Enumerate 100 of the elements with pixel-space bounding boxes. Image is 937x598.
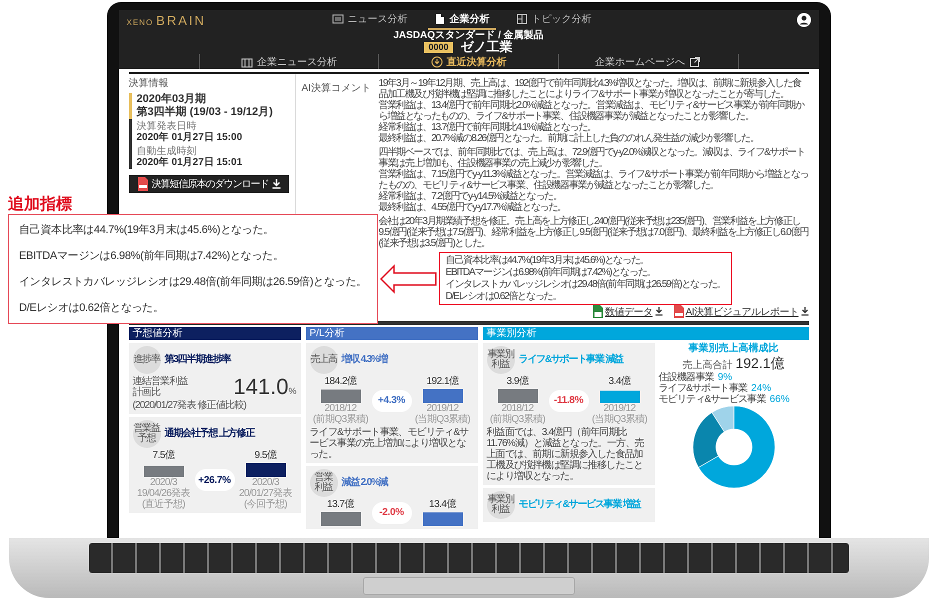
panel-header: 事業別分析 [482, 327, 808, 340]
legend-label: 住設機器事業 [658, 372, 714, 383]
value-label: 7.5億 [152, 450, 174, 461]
newspaper-icon [332, 13, 344, 25]
sector-label: / 金属製品 [498, 30, 544, 41]
value-label: 3.4億 [608, 376, 630, 387]
change-indicator: -11.8% [548, 390, 588, 412]
card-title: 第3四半期進捗率 [164, 354, 230, 366]
market-label: JASDAQスタンダード [393, 30, 496, 41]
callout-arrow [380, 264, 436, 294]
change-indicator: +26.7% [194, 469, 234, 491]
percent-label: 24% [751, 383, 772, 394]
download-link[interactable]: 数値データ [592, 304, 663, 318]
bar [600, 390, 640, 403]
sub-nav-tab[interactable]: 直近決算分析 [378, 54, 558, 69]
pdf-icon [672, 305, 684, 318]
callout-text: EBITDAマージンは6.98%(前年同期は7.42%)となった。 [19, 249, 285, 263]
download-icon [800, 307, 808, 316]
legend-label: ライフ&サポート事業 [658, 383, 748, 394]
comment-text: 最終利益は、4.55億円でy-y17.7%減益となった。 [378, 202, 568, 213]
nav-tab[interactable]: トピック分析 [510, 10, 598, 30]
card-text: ライフ&サポート事業、モビリティ&サービス事業の売上増加により増収となった。 [310, 427, 470, 460]
card-text: 利益面では、3.4億円（前年同期比11.76%減）と減益となった。一方、売上面では、前期に新規参入した食品加工機及び撹拌機は堅調に推移したことにより増収となった。 [486, 427, 645, 482]
info-label: 自動生成時刻 [136, 146, 198, 157]
category-tag: 営業利益 [310, 469, 338, 497]
download-button[interactable]: 決算短信原本のダウンロード [128, 175, 288, 193]
logo: XENO BRAIN [126, 12, 207, 28]
comment-text: 経常利益は、13.7億円で前年同期比4.1%減益となった。 [378, 122, 597, 133]
value-label: 13.4億 [429, 499, 456, 510]
note-text: 連結営業利益 [132, 376, 188, 387]
category-tag: 事業別利益 [486, 491, 514, 519]
bar [422, 512, 462, 526]
download-icon [272, 179, 280, 189]
category-tag: 営業益予想 [132, 420, 160, 448]
callout-text: 自己資本比率は44.7%(19年3月末は45.6%)となった。 [19, 223, 275, 237]
fiscal-period: 2020年03月期 [136, 93, 208, 106]
info-label: 決算発表日時 [136, 121, 198, 132]
bar [144, 466, 184, 477]
bar [498, 389, 538, 403]
card-title: 減益 2.0%減 [342, 477, 388, 489]
comment-text: 四半期ベースでは、前年同期比では、売上高は、72.9億円でy-y2.0%減収となった。減収は、ライフ&サポート事業は売上増加も、住設機器事業の売上減少が影響した。 [378, 147, 806, 169]
comment-text: 19年3月～19年12月期、売上高は、192億円で前年同期比4.3%増収となった。増収は、前期に新規参入した食品加工機及び撹拌機は堅調に推移したことによりライフ&サポート事業が増収となったことが寄与した。 [378, 78, 802, 100]
comment-text: D/Eレシオは0.62倍となった。 [446, 291, 562, 302]
callout-title: 追加指標 [8, 196, 72, 214]
download-icon [654, 307, 663, 316]
pdf-icon [136, 177, 148, 191]
value-label: 3.9億 [506, 376, 528, 387]
info-value: 2020年 01月27日 15:01 [136, 157, 244, 169]
company-name: ゼノ工業 [460, 41, 513, 54]
card-title: モビリティ&サービス事業 増益 [518, 499, 641, 511]
percent-label: 66% [770, 394, 790, 405]
category-tag: 進捗率 [132, 346, 160, 374]
bar [246, 463, 286, 477]
axis-label: 2020/3 20/01/27発表 (今回予想) [239, 477, 292, 510]
value-label: 184.2億 [324, 376, 357, 387]
section-label: 決算情報 [128, 78, 170, 90]
panel-header: P/L分析 [306, 327, 478, 340]
spreadsheet-icon [592, 305, 604, 318]
sub-nav-tab[interactable]: 企業ホームページへ [558, 54, 739, 69]
note-text: (2020/01/27発表 修正値比較) [132, 400, 248, 411]
unit-label: % [288, 386, 296, 396]
percent-label: 9% [718, 372, 732, 383]
section-label: AI決算コメント [302, 83, 371, 94]
comment-text: 自己資本比率は44.7%(19年3月末は45.6%)となった。 [446, 255, 650, 266]
axis-label: 2020/3 19/04/26発表 (直近予想) [137, 477, 190, 510]
quarter-label: 第3四半期 (19/03 - 19/12月) [136, 106, 274, 119]
callout-text: D/Eレシオは0.62倍となった。 [19, 301, 165, 315]
axis-label: 2018/12 (前期Q3累積) [312, 403, 368, 425]
comment-text: インタレストカバレッジレシオは29.48倍(前年同期は26.59倍)となった。 [446, 279, 726, 290]
change-indicator: -2.0% [372, 502, 412, 524]
sub-nav-tab[interactable]: 企業ニュース分析 [198, 54, 378, 69]
user-icon[interactable] [796, 13, 810, 27]
callout-text: インタレストカバレッジレシオは29.48倍(前年同期は26.59倍)となった。 [19, 275, 367, 289]
bar [320, 512, 360, 526]
value-label: 9.5億 [254, 450, 276, 461]
total-label: 売上高合計 [682, 358, 732, 372]
category-tag: 事業別利益 [486, 346, 514, 374]
download-link[interactable]: AI決算ビジュアルレポート [672, 304, 808, 318]
card-title: 通期会社予想 上方修正 [164, 428, 254, 440]
comment-text: 最終利益は、20.7%減の8.26億円となった。前期に計上した負ののれん発生益の減少が影響した。 [378, 133, 760, 144]
note-text: 計画比 [132, 387, 162, 398]
card-title: ライフ&サポート事業 減益 [518, 354, 623, 366]
progress-value: 141.0 [233, 376, 288, 398]
comment-text: EBITDAマージンは6.98%(前年同期は7.42%)となった。 [446, 267, 656, 278]
stock-code: 0000 [424, 42, 453, 53]
grid-icon [516, 13, 528, 25]
comment-text: 会社は20年3月期業績予想を修正。売上高を上方修正し240億円(従来予想は235億円)、営業利益を上方修正し9.5億円(従来予想は7.5億円)、経常利益を上方修正し9.5億円(従来予想は7.0億円)、最終利益を上方修正し6.0億円(従来予想は3.5億円)とした。 [378, 216, 808, 249]
axis-label: 2018/12 (前期Q3累積) [490, 403, 546, 425]
bar [422, 389, 462, 403]
change-indicator: +4.3% [372, 390, 412, 412]
axis-label: 2019/12 (当期Q3累積) [592, 403, 648, 425]
external-link-icon [689, 56, 702, 68]
info-value: 2020年 01月27日 15:00 [136, 132, 244, 144]
total-value: 192.1億 [735, 355, 785, 371]
panel-header: 予想値分析 [128, 327, 300, 340]
nav-tab[interactable]: ニュース分析 [326, 10, 414, 30]
chart-title: 事業別売上高構成比 [688, 343, 778, 355]
card-title: 増収 4.3%増 [342, 354, 388, 366]
comment-text: 経常利益は、7.2億円でy-y14.5%減益となった。 [378, 191, 563, 202]
comment-text: 営業利益は、13.4億円で前年同期比2.0%減益となった。営業減益は、モビリティ&サービス事業が前年同期から増益となったものの、ライフ&サポート事業、住設機器事業が減益となったことが影響した。 [378, 100, 806, 122]
